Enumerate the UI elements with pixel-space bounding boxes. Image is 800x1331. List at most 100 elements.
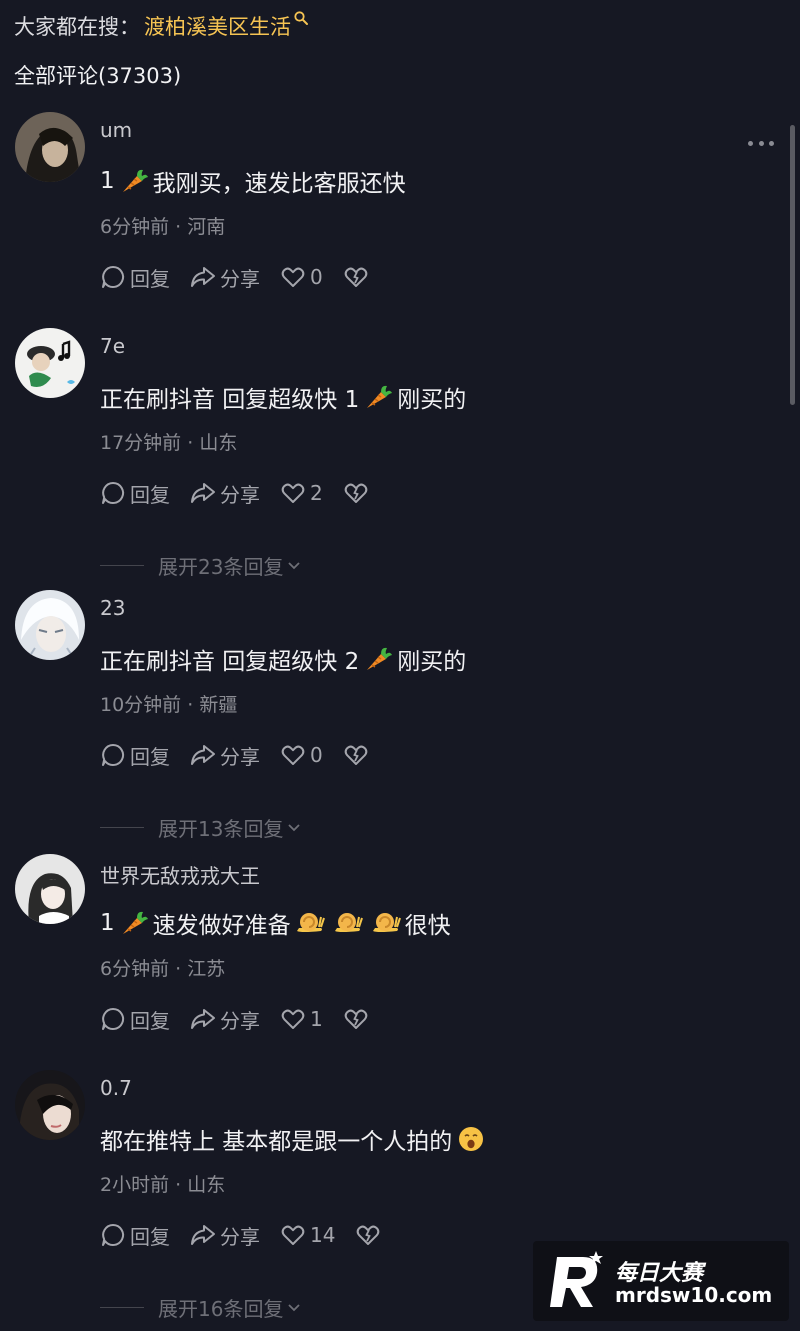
yawn-face-emoji-icon (456, 1125, 486, 1153)
comment-time: 2小时前 (100, 1174, 170, 1196)
heart-icon (281, 1225, 305, 1245)
expand-replies-label: 展开16条回复 (158, 1296, 284, 1321)
comment-meta: 6分钟前 · 江苏 (100, 954, 225, 981)
divider-line (100, 564, 144, 566)
broken-heart-icon (357, 1225, 380, 1245)
search-suggestion-term[interactable]: 渡柏溪美区生活 (144, 11, 291, 41)
broken-heart-icon (344, 1009, 368, 1029)
comment-text-segment: 都在推特上 基本都是跟一个人拍的 (100, 1129, 453, 1155)
comment-actions: 回复 分享 0 (100, 262, 373, 292)
reply-button[interactable]: 回复 (100, 1005, 170, 1034)
reply-label: 回复 (130, 1008, 170, 1033)
comment-meta: 17分钟前 · 山东 (100, 428, 237, 455)
reply-label: 回复 (130, 266, 170, 291)
comments-count-title: 全部评论(37303) (14, 64, 182, 88)
share-button[interactable]: 分享 (190, 1221, 260, 1250)
like-count: 1 (310, 1007, 323, 1031)
reply-icon (102, 481, 125, 504)
comment-text-segment: 1 (100, 168, 115, 194)
comment-location: 新疆 (199, 694, 238, 716)
share-icon (191, 483, 215, 503)
like-button[interactable]: 14 (280, 1222, 335, 1248)
reply-icon (102, 265, 125, 288)
reply-button[interactable]: 回复 (100, 479, 170, 508)
like-button[interactable]: 1 (280, 1006, 323, 1032)
like-count: 2 (310, 481, 323, 505)
reply-button[interactable]: 回复 (100, 263, 170, 292)
broken-heart-icon (344, 483, 368, 503)
dislike-button[interactable] (343, 742, 373, 768)
divider-line (100, 1306, 144, 1308)
share-label: 分享 (220, 1224, 260, 1249)
heart-icon (281, 1009, 305, 1029)
avatar[interactable] (15, 112, 85, 182)
comment-text: 正在刷抖音 回复超级快 1 刚买的 (100, 380, 466, 414)
like-count: 0 (310, 265, 323, 289)
avatar[interactable] (15, 590, 85, 660)
comment-text-segment: 正在刷抖音 回复超级快 1 (100, 387, 360, 413)
heart-icon (281, 267, 305, 287)
meta-separator: · (169, 1174, 188, 1196)
username[interactable]: 0.7 (100, 1076, 132, 1100)
username[interactable]: 23 (100, 596, 125, 620)
like-count: 14 (310, 1223, 336, 1247)
chevron-down-icon (288, 562, 301, 570)
reply-button[interactable]: 回复 (100, 1221, 170, 1250)
broken-heart-icon (344, 267, 368, 287)
comment-meta: 6分钟前 · 河南 (100, 212, 225, 239)
comment-text-segment: 刚买的 (397, 387, 467, 413)
username[interactable]: um (100, 118, 132, 142)
avatar[interactable] (15, 854, 85, 924)
share-icon (191, 1009, 215, 1029)
avatar[interactable] (15, 1070, 85, 1140)
comment-text-segment: 正在刷抖音 回复超级快 2 (100, 649, 360, 675)
comment-text: 1 我刚买，速发比客服还快 (100, 164, 406, 198)
search-suggestion[interactable]: 大家都在搜： 渡柏溪美区生活 (14, 10, 309, 42)
username[interactable]: 世界无敌戎戎大王 (100, 860, 260, 889)
like-button[interactable]: 2 (280, 480, 323, 506)
expand-replies-button[interactable]: 展开23条回复 (100, 550, 302, 580)
like-button[interactable]: 0 (280, 742, 323, 768)
comment-text-segment: 1 (100, 910, 115, 936)
share-label: 分享 (220, 744, 260, 769)
reply-icon (102, 1223, 125, 1246)
comment-meta: 10分钟前 · 新疆 (100, 690, 237, 717)
like-count: 0 (310, 743, 323, 767)
avatar[interactable] (15, 328, 85, 398)
meta-separator: · (181, 432, 200, 454)
broken-heart-icon (344, 745, 368, 765)
carrot-emoji-icon (119, 167, 149, 195)
share-label: 分享 (220, 1008, 260, 1033)
username[interactable]: 7e (100, 334, 125, 358)
comment-text: 1 速发做好准备 很快 (100, 906, 451, 940)
divider-line (100, 826, 144, 828)
dislike-button[interactable] (343, 264, 373, 290)
scrollbar[interactable] (790, 125, 795, 405)
expand-replies-button[interactable]: 展开16条回复 (100, 1292, 302, 1322)
share-button[interactable]: 分享 (190, 479, 260, 508)
reply-label: 回复 (130, 1224, 170, 1249)
watermark-logo: 每日大赛 mrdsw10.com (533, 1241, 789, 1321)
meta-separator: · (181, 694, 200, 716)
expand-replies-button[interactable]: 展开13条回复 (100, 812, 302, 842)
expand-replies-label: 展开13条回复 (158, 816, 284, 841)
comment-location: 河南 (187, 216, 226, 238)
share-button[interactable]: 分享 (190, 263, 260, 292)
search-icon[interactable] (293, 10, 309, 26)
search-suggestion-prefix: 大家都在搜： (14, 15, 140, 39)
comment-location: 山东 (199, 432, 238, 454)
carrot-emoji-icon (363, 383, 393, 411)
share-button[interactable]: 分享 (190, 741, 260, 770)
comment-text-segment: 刚买的 (397, 649, 467, 675)
like-button[interactable]: 0 (280, 264, 323, 290)
dislike-button[interactable] (343, 480, 373, 506)
comment-text: 正在刷抖音 回复超级快 2 刚买的 (100, 642, 466, 676)
brand-logo-icon (550, 1251, 603, 1307)
share-button[interactable]: 分享 (190, 1005, 260, 1034)
comment-text-segment: 很快 (404, 913, 451, 939)
dislike-button[interactable] (343, 1006, 373, 1032)
reply-button[interactable]: 回复 (100, 741, 170, 770)
share-icon (191, 267, 215, 287)
dislike-button[interactable] (355, 1222, 385, 1248)
watermark-domain: mrdsw10.com (615, 1283, 773, 1307)
